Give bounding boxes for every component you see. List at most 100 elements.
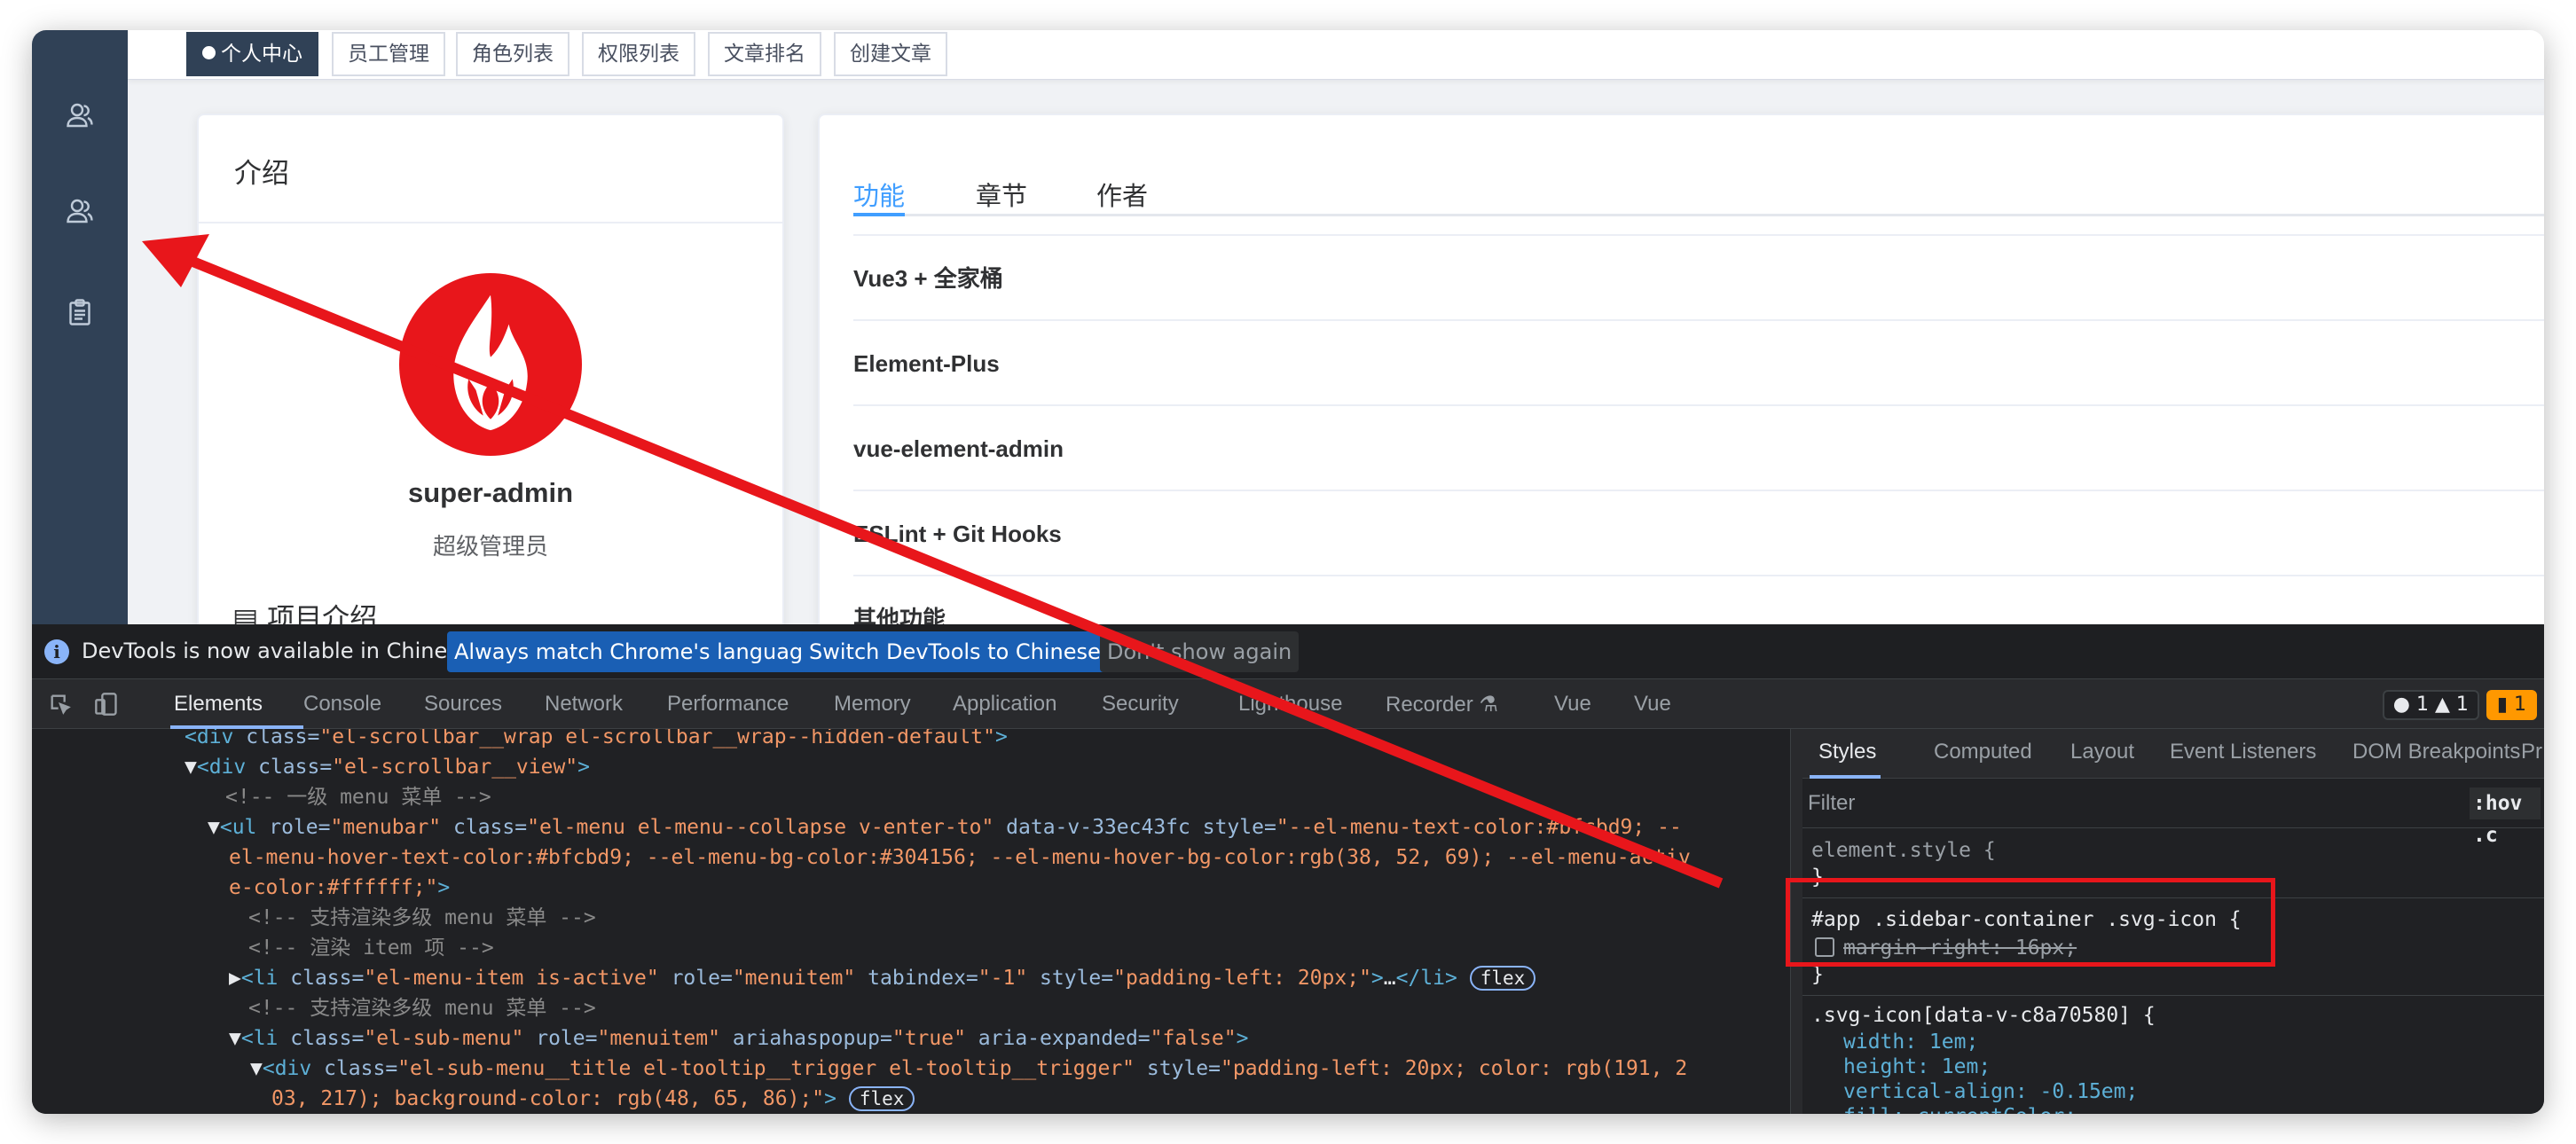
document-icon: ▤	[232, 603, 268, 624]
dom-node-line[interactable]: ▼<div class="el-scrollbar__view">	[185, 752, 590, 782]
dom-comment-line[interactable]: <!-- 支持渲染多级 menu 菜单 -->	[248, 903, 596, 933]
devtools-tab-security[interactable]: Security	[1102, 692, 1179, 717]
tab-active-indicator	[853, 213, 905, 216]
devtools-tab-network[interactable]: Network	[545, 692, 623, 717]
avatar	[399, 273, 582, 456]
match-language-button[interactable]: Always match Chrome's language	[447, 631, 823, 672]
error-count: 1	[2415, 693, 2429, 716]
infobar-message: DevTools is now available in Chinese!	[82, 639, 481, 663]
css-declaration[interactable]: vertical-align: -0.15em;	[1843, 1078, 2138, 1105]
switch-to-chinese-button[interactable]: Switch DevTools to Chinese	[802, 631, 1108, 672]
devtools-tab-vue-2[interactable]: Vue	[1634, 692, 1671, 717]
timeline-item: Element-Plus	[853, 319, 2544, 404]
dom-comment-line[interactable]: <!-- 一级 menu 菜单 -->	[225, 782, 491, 812]
dom-node-line[interactable]: ▼<ul role="menubar" class="el-menu el-me…	[208, 812, 1682, 842]
devtools-tab-vue[interactable]: Vue	[1554, 692, 1591, 717]
styles-filter-input[interactable]	[1808, 786, 2429, 821]
warning-count: 1	[2455, 693, 2469, 716]
computed-tab[interactable]: Computed	[1934, 740, 2032, 764]
dom-node-line-cont[interactable]: e-color:#ffffff;">	[229, 873, 450, 903]
devtools-toolbar: Elements Console Sources Network Perform…	[32, 679, 2544, 729]
tab-features[interactable]: 功能	[853, 176, 905, 213]
css-declaration[interactable]: fill: currentColor;	[1843, 1103, 2077, 1114]
active-dot-icon	[202, 46, 216, 59]
properties-tab[interactable]: Pr	[2521, 740, 2542, 764]
event-listeners-tab[interactable]: Event Listeners	[2170, 740, 2316, 764]
dom-node-line[interactable]: <div class="el-scrollbar__wrap el-scroll…	[185, 729, 1008, 752]
device-toolbar-icon[interactable]	[94, 692, 119, 717]
dom-node-line[interactable]: ▶<li class="el-menu-item is-active" role…	[229, 963, 1536, 993]
timeline-item-label: Element-Plus	[853, 350, 1000, 377]
dom-comment-line[interactable]: <!-- 渲染 item 项 -->	[248, 933, 494, 963]
devtools-tab-lighthouse[interactable]: Lighthouse	[1238, 692, 1342, 717]
tag-permissions[interactable]: 权限列表	[582, 32, 695, 76]
timeline-item: 其他功能	[853, 575, 2544, 624]
timeline-item-label: 其他功能	[853, 606, 946, 624]
flame-logo-icon	[453, 294, 528, 431]
element-style-rule[interactable]: element.style {	[1811, 837, 1996, 864]
dom-comment-line[interactable]: <!-- 支持渲染多级 menu 菜单 -->	[248, 993, 596, 1023]
dom-node-line[interactable]: ▼<li class="el-sub-menu" role="menuitem"…	[229, 1023, 1248, 1054]
devtools-tab-elements[interactable]: Elements	[174, 692, 263, 717]
feature-card: 功能 章节 作者 Vue3 + 全家桶 Element-Plus vue-ele…	[818, 114, 2544, 624]
annotation-highlight-box	[1786, 878, 2275, 967]
dom-node-line-cont[interactable]: el-menu-hover-text-color:#bfcbd9; --el-m…	[229, 842, 1691, 873]
clipboard-icon[interactable]	[64, 296, 96, 328]
sidebar	[32, 30, 128, 624]
timeline-item-label: Vue3 + 全家桶	[853, 265, 1003, 292]
devtools-tab-sources[interactable]: Sources	[424, 692, 502, 717]
devtools-tab-application[interactable]: Application	[953, 692, 1056, 717]
tab-authors[interactable]: 作者	[1096, 176, 1148, 213]
project-intro-title: ▤ 项目介绍	[232, 596, 377, 624]
feature-tabs: 功能 章节 作者	[853, 165, 2544, 216]
timeline-item: vue-element-admin	[853, 404, 2544, 490]
app-main: 个人中心 员工管理 角色列表 权限列表 文章排名 创建文章 介绍 super-a…	[128, 30, 2544, 624]
recorder-label: Recorder	[1386, 693, 1473, 717]
username: super-admin	[407, 477, 574, 508]
flask-icon: ⚗	[1479, 693, 1498, 717]
timeline-item-label: vue-element-admin	[853, 435, 1064, 462]
timeline-item: ESLint + Git Hooks	[853, 490, 2544, 575]
profile-card: 介绍 super-admin 超级管理员 ▤ 项目介绍	[197, 114, 784, 624]
tag-staff[interactable]: 员工管理	[332, 32, 445, 76]
user-icon[interactable]	[64, 195, 96, 227]
issue-count: 1	[2514, 693, 2526, 716]
tag-label: 个人中心	[221, 43, 302, 66]
devtools-tab-console[interactable]: Console	[303, 692, 381, 717]
rule-divider	[1802, 995, 2544, 996]
elements-tree[interactable]: <div class="el-scrollbar__wrap el-scroll…	[32, 729, 1788, 1114]
styles-tab[interactable]: Styles	[1818, 740, 1876, 764]
tag-roles[interactable]: 角色列表	[456, 32, 569, 76]
user-icon[interactable]	[64, 99, 96, 131]
tag-create-article[interactable]: 创建文章	[834, 32, 947, 76]
tab-chapters[interactable]: 章节	[976, 176, 1027, 213]
info-icon: i	[44, 639, 69, 664]
css-declaration[interactable]: height: 1em;	[1843, 1054, 1991, 1080]
layout-tab[interactable]: Layout	[2070, 740, 2134, 764]
issue-badges: ● 1 ▲ 1 ▮ 1	[2382, 690, 2537, 720]
tag-article-ranking[interactable]: 文章排名	[708, 32, 821, 76]
dont-show-again-button[interactable]: Don't show again	[1100, 631, 1300, 672]
language-infobar: i DevTools is now available in Chinese! …	[32, 624, 2544, 679]
devtools-panel: i DevTools is now available in Chinese! …	[32, 624, 2544, 1114]
svg-icon-rule[interactable]: .svg-icon[data-v-c8a70580] {	[1811, 1002, 2156, 1029]
dom-breakpoints-tab[interactable]: DOM Breakpoints	[2352, 740, 2520, 764]
dom-node-line-cont[interactable]: 03, 217); background-color: rgb(48, 65, …	[271, 1084, 915, 1114]
css-declaration[interactable]: width: 1em;	[1843, 1029, 1978, 1055]
project-intro-label: 项目介绍	[267, 603, 378, 624]
hover-state-toggle[interactable]: :hov .c	[2470, 787, 2541, 847]
error-count-badge[interactable]: ● 1 ▲ 1	[2382, 690, 2479, 720]
devtools-tab-recorder[interactable]: Recorder ⚗	[1386, 692, 1498, 717]
user-role: 超级管理员	[432, 534, 548, 560]
devtools-tab-performance[interactable]: Performance	[667, 692, 789, 717]
profile-card-title: 介绍	[199, 115, 782, 223]
tag-profile[interactable]: 个人中心	[186, 32, 318, 76]
timeline-item: Vue3 + 全家桶	[853, 234, 2544, 319]
styles-filter-bar: :hov .c	[1802, 779, 2544, 847]
timeline-item-label: ESLint + Git Hooks	[853, 521, 1062, 547]
issues-badge[interactable]: ▮ 1	[2486, 690, 2537, 720]
devtools-tab-memory[interactable]: Memory	[834, 692, 911, 717]
inspect-element-icon[interactable]	[48, 692, 73, 717]
dom-node-line[interactable]: ▼<div class="el-sub-menu__title el-toolt…	[250, 1054, 1687, 1084]
styles-tabbar: Styles Computed Layout Event Listeners D…	[1802, 729, 2544, 779]
